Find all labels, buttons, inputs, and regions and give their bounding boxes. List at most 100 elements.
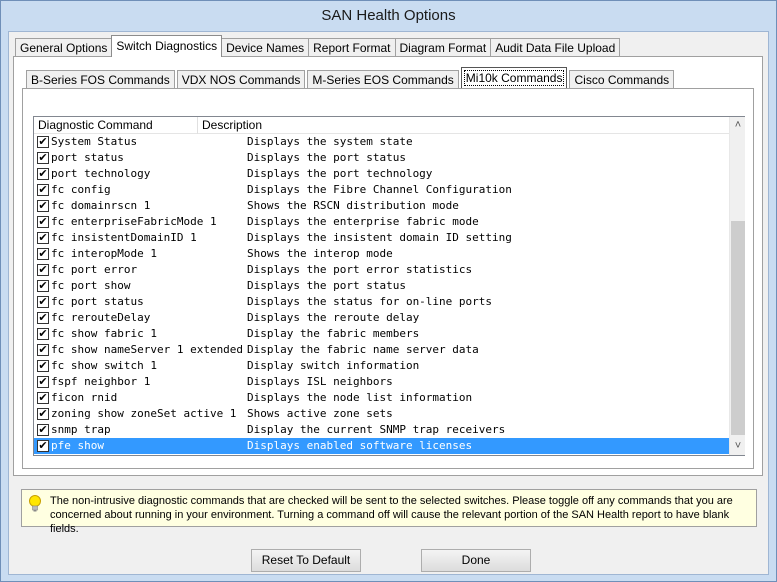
tab-audit-data-file-upload[interactable]: Audit Data File Upload [490, 38, 621, 57]
command-checkbox[interactable]: ✔ [37, 248, 49, 260]
command-checkbox[interactable]: ✔ [37, 312, 49, 324]
command-description: Displays the Fibre Channel Configuration [247, 183, 512, 196]
list-item[interactable]: ✔ fc config Displays the Fibre Channel Con… [34, 182, 729, 198]
command-name: fc config [51, 183, 111, 196]
command-name: System Status [51, 135, 138, 148]
list-item[interactable]: ✔ fc rerouteDelay Displays the reroute del… [34, 310, 729, 326]
command-description: Displays the port technology [247, 167, 433, 180]
command-description: Displays the status for on-line ports [247, 295, 493, 308]
list-item[interactable]: ✔ port status Displays the port status [34, 150, 729, 166]
command-checkbox[interactable]: ✔ [37, 296, 49, 308]
diagnostic-command-list[interactable]: Diagnostic Command Description ✔ System S… [33, 116, 745, 456]
command-name: pfe show [51, 438, 251, 454]
list-item[interactable]: ✔ snmp trap Display the current SNMP trap … [34, 422, 729, 438]
command-description: Displays the port status [247, 151, 406, 164]
list-item[interactable]: ✔ fc port status Displays the status for o… [34, 294, 729, 310]
subtab-b-series-fos[interactable]: B-Series FOS Commands [26, 70, 175, 89]
list-item[interactable]: ✔ fc show nameServer 1 extended Display th… [34, 342, 729, 358]
subtab-cisco[interactable]: Cisco Commands [569, 70, 675, 89]
reset-to-default-button[interactable]: Reset To Default [251, 549, 361, 572]
list-item[interactable]: ✔ fspf neighbor 1 Displays ISL neighbors [34, 374, 729, 390]
command-checkbox[interactable]: ✔ [37, 152, 49, 164]
command-name: fc enterpriseFabricMode 1 [51, 215, 217, 228]
tab-report-format[interactable]: Report Format [308, 38, 396, 57]
command-description: Displays the node list information [247, 391, 473, 404]
command-checkbox[interactable]: ✔ [37, 232, 49, 244]
command-name: fc rerouteDelay [51, 311, 151, 324]
command-name: fc port error [51, 263, 138, 276]
command-name: ficon rnid [51, 391, 118, 404]
list-item[interactable]: ✔ zoning show zoneSet active 1 Shows activ… [34, 406, 729, 422]
command-checkbox[interactable]: ✔ [37, 136, 49, 148]
command-name: fc insistentDomainID 1 [51, 231, 197, 244]
list-item[interactable]: ✔ fc domainrscn 1 Shows the RSCN distribut… [34, 198, 729, 214]
command-description: Display the fabric name server data [247, 343, 479, 356]
command-name: fc port show [51, 279, 131, 292]
switch-diagnostics-page: B-Series FOS Commands VDX NOS Commands M… [13, 56, 763, 476]
column-header-command[interactable]: Diagnostic Command [34, 117, 198, 134]
subtab-mi10k[interactable]: Mi10k Commands [460, 67, 568, 89]
list-item[interactable]: ✔ fc interopMode 1 Shows the interop mode [34, 246, 729, 262]
command-checkbox[interactable]: ✔ [37, 280, 49, 292]
command-name: port status [51, 151, 124, 164]
list-item[interactable]: ✔ fc show switch 1 Display switch informat… [34, 358, 729, 374]
subtab-vdx-nos[interactable]: VDX NOS Commands [176, 70, 306, 89]
scroll-down-icon[interactable]: ˅ [730, 438, 746, 455]
command-description: Display the fabric members [247, 327, 420, 340]
command-checkbox[interactable]: ✔ [37, 408, 49, 420]
tab-diagram-format[interactable]: Diagram Format [394, 38, 492, 57]
list-item[interactable]: ✔ port technology Displays the port techno… [34, 166, 729, 182]
list-item[interactable]: ✔ fc show fabric 1 Display the fabric memb… [34, 326, 729, 342]
scroll-thumb[interactable] [731, 221, 745, 435]
command-checkbox[interactable]: ✔ [37, 216, 49, 228]
tab-device-names[interactable]: Device Names [221, 38, 310, 57]
list-header: Diagnostic Command Description [34, 117, 744, 134]
main-tabstrip: General Options Switch Diagnostics Devic… [15, 35, 621, 57]
command-description: Displays the port status [247, 279, 406, 292]
list-item[interactable]: ✔ fc enterpriseFabricMode 1 Displays the e… [34, 214, 729, 230]
command-name: zoning show zoneSet active 1 [51, 407, 237, 420]
command-checkbox[interactable]: ✔ [37, 376, 49, 388]
column-header-description[interactable]: Description [198, 117, 744, 134]
command-description: Shows the RSCN distribution mode [247, 199, 459, 212]
list-item[interactable]: ✔ fc port show Displays the port status [34, 278, 729, 294]
command-name: fc show switch 1 [51, 359, 157, 372]
scroll-up-icon[interactable]: ˄ [730, 117, 746, 134]
tab-switch-diagnostics[interactable]: Switch Diagnostics [111, 35, 223, 57]
command-description: Displays ISL neighbors [247, 375, 393, 388]
command-name: fc show fabric 1 [51, 327, 157, 340]
list-rows: ✔ System Status Displays the system state ✔… [34, 134, 729, 455]
command-checkbox[interactable]: ✔ [37, 424, 49, 436]
subtab-m-series-eos[interactable]: M-Series EOS Commands [307, 70, 459, 89]
command-description: Displays enabled software licenses [247, 438, 727, 454]
list-item[interactable]: ✔ pfe show Displays enabled software licen… [34, 438, 729, 454]
command-checkbox[interactable]: ✔ [37, 440, 49, 452]
command-checkbox[interactable]: ✔ [37, 184, 49, 196]
info-panel: The non-intrusive diagnostic commands th… [21, 489, 757, 535]
mi10k-commands-page: Diagnostic Command Description ✔ System S… [22, 88, 754, 469]
command-checkbox[interactable]: ✔ [37, 360, 49, 372]
command-name: fc domainrscn 1 [51, 199, 151, 212]
list-item[interactable]: ✔ System Status Displays the system state [34, 134, 729, 150]
tab-general-options[interactable]: General Options [15, 38, 113, 57]
command-name: snmp trap [51, 423, 111, 436]
command-checkbox[interactable]: ✔ [37, 264, 49, 276]
command-name: fc interopMode 1 [51, 247, 157, 260]
list-item[interactable]: ✔ fc insistentDomainID 1 Displays the insi… [34, 230, 729, 246]
command-checkbox[interactable]: ✔ [37, 392, 49, 404]
command-checkbox[interactable]: ✔ [37, 200, 49, 212]
dialog-client: General Options Switch Diagnostics Devic… [8, 31, 769, 575]
command-description: Displays the system state [247, 135, 413, 148]
command-description: Shows the interop mode [247, 247, 393, 260]
list-item[interactable]: ✔ fc port error Displays the port error st… [34, 262, 729, 278]
command-checkbox[interactable]: ✔ [37, 328, 49, 340]
command-checkbox[interactable]: ✔ [37, 168, 49, 180]
list-scrollbar[interactable]: ˄ ˅ [729, 117, 745, 455]
command-checkbox[interactable]: ✔ [37, 344, 49, 356]
info-text: The non-intrusive diagnostic commands th… [50, 495, 733, 535]
done-button[interactable]: Done [421, 549, 531, 572]
command-name: fc port status [51, 295, 144, 308]
command-name: fspf neighbor 1 [51, 375, 151, 388]
list-item[interactable]: ✔ ficon rnid Displays the node list inform… [34, 390, 729, 406]
command-name: port technology [51, 167, 151, 180]
